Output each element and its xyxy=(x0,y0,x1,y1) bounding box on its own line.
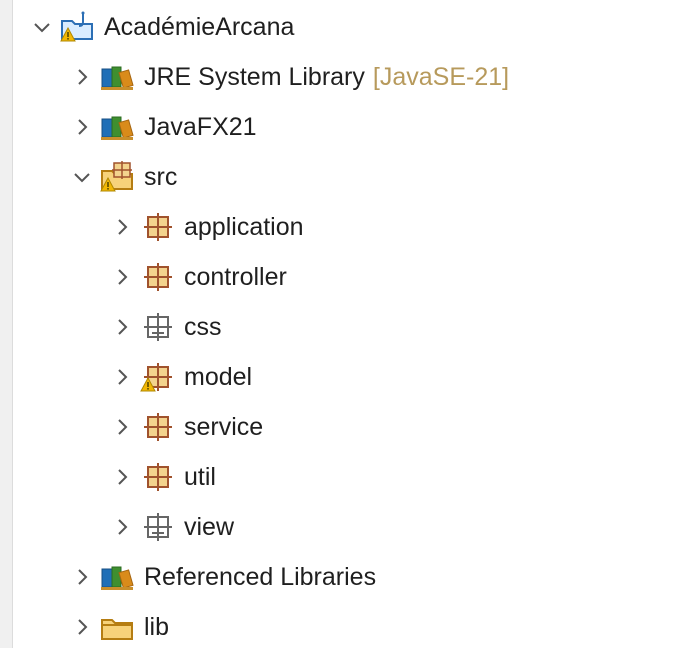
lib-label: lib xyxy=(144,612,170,641)
package-icon xyxy=(140,261,176,293)
tree-item-jre-system-library[interactable]: JRE System Library [JavaSE-21] xyxy=(70,52,509,102)
chevron-right-icon[interactable] xyxy=(70,615,94,639)
package-label: controller xyxy=(184,262,287,291)
java-project-warning-icon xyxy=(60,11,96,43)
package-warning-icon xyxy=(140,361,176,393)
tree-item-package-view[interactable]: view xyxy=(110,502,234,552)
javafx-label: JavaFX21 xyxy=(144,112,257,141)
chevron-down-icon[interactable] xyxy=(30,15,54,39)
tree-item-package-util[interactable]: util xyxy=(110,452,216,502)
chevron-right-icon[interactable] xyxy=(110,315,134,339)
tree-item-src[interactable]: src xyxy=(70,152,177,202)
project-label: AcadémieArcana xyxy=(104,12,295,41)
tree-item-package-css[interactable]: css xyxy=(110,302,222,352)
tree-item-lib[interactable]: lib xyxy=(70,602,169,648)
package-label: css xyxy=(184,312,222,341)
chevron-down-icon[interactable] xyxy=(70,165,94,189)
library-icon xyxy=(100,111,136,143)
jre-decoration: [JavaSE-21] xyxy=(372,62,510,91)
tree-item-package-model[interactable]: model xyxy=(110,352,252,402)
chevron-right-icon[interactable] xyxy=(110,415,134,439)
empty-package-icon xyxy=(140,511,176,543)
chevron-right-icon[interactable] xyxy=(110,265,134,289)
folder-icon xyxy=(100,611,136,643)
library-icon xyxy=(100,561,136,593)
tree-item-package-controller[interactable]: controller xyxy=(110,252,287,302)
package-label: util xyxy=(184,462,216,491)
chevron-right-icon[interactable] xyxy=(110,465,134,489)
left-border xyxy=(0,0,13,648)
empty-package-icon xyxy=(140,311,176,343)
chevron-right-icon[interactable] xyxy=(110,515,134,539)
tree-item-package-service[interactable]: service xyxy=(110,402,263,452)
src-label: src xyxy=(144,162,178,191)
source-folder-warning-icon xyxy=(100,161,136,193)
package-label: view xyxy=(184,512,235,541)
chevron-right-icon[interactable] xyxy=(70,565,94,589)
package-icon xyxy=(140,461,176,493)
tree-item-project[interactable]: AcadémieArcana xyxy=(30,2,294,52)
referenced-libraries-label: Referenced Libraries xyxy=(144,562,377,591)
chevron-right-icon[interactable] xyxy=(70,115,94,139)
tree-item-javafx21[interactable]: JavaFX21 xyxy=(70,102,257,152)
package-icon xyxy=(140,211,176,243)
package-label: service xyxy=(184,412,264,441)
chevron-right-icon[interactable] xyxy=(110,365,134,389)
library-icon xyxy=(100,61,136,93)
jre-label: JRE System Library xyxy=(144,62,365,91)
chevron-right-icon[interactable] xyxy=(110,215,134,239)
package-label: application xyxy=(184,212,304,241)
chevron-right-icon[interactable] xyxy=(70,65,94,89)
tree-item-package-application[interactable]: application xyxy=(110,202,304,252)
project-explorer-tree: AcadémieArcana JRE System Library [JavaS… xyxy=(0,0,678,648)
tree-item-referenced-libraries[interactable]: Referenced Libraries xyxy=(70,552,376,602)
package-label: model xyxy=(184,362,253,391)
package-icon xyxy=(140,411,176,443)
